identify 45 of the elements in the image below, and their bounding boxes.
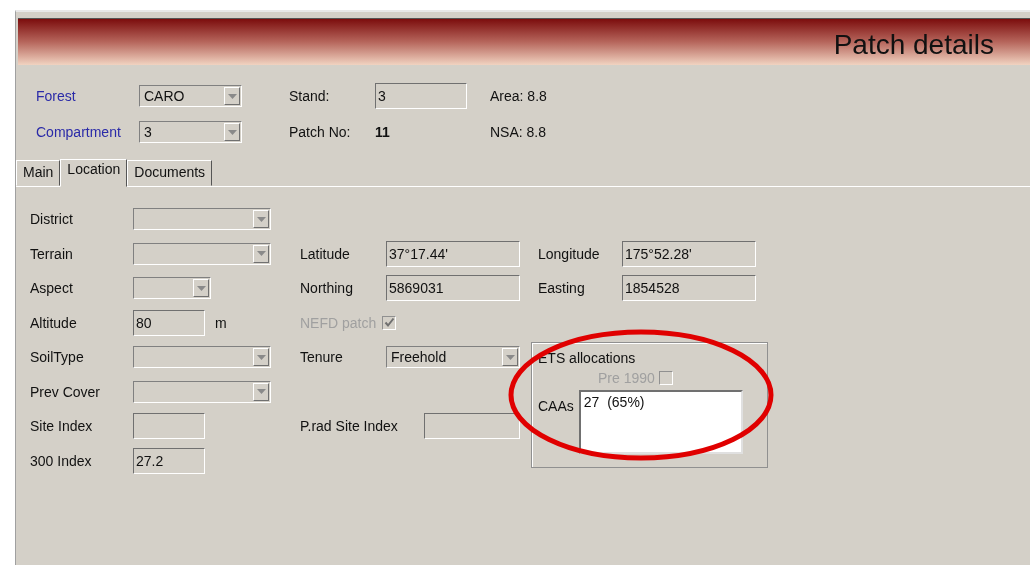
dropdown[interactable]: CARO (139, 85, 242, 107)
field-label: P.rad Site Index (300, 418, 398, 435)
tab[interactable]: Documents (127, 160, 213, 186)
dropdown[interactable] (133, 277, 211, 300)
field-label: Aspect (30, 280, 74, 297)
input-field[interactable]: 175°52.28' (622, 240, 756, 267)
field-label: Northing (300, 280, 353, 297)
field-label: Prev Cover (30, 383, 102, 400)
dropdown[interactable] (133, 242, 271, 265)
field-label: 300 Index (30, 452, 93, 469)
field-label: Patch No: (289, 124, 351, 140)
field-label: Area: 8.8 (490, 88, 547, 104)
field-label: Longitude (538, 245, 601, 262)
unit-label: m (215, 314, 227, 331)
field-label: Altitude (30, 314, 78, 331)
input-field[interactable]: 27.2 (133, 447, 205, 474)
field-link[interactable]: Compartment (36, 124, 121, 140)
dropdown[interactable] (133, 380, 271, 403)
dropdown[interactable]: 3 (139, 121, 242, 143)
tab[interactable]: Location (60, 159, 128, 187)
field-label: Tenure (300, 349, 343, 366)
dropdown[interactable] (133, 346, 271, 369)
field-label: NSA: 8.8 (490, 124, 547, 140)
dropdown[interactable]: Freehold (386, 346, 520, 369)
input-field[interactable]: 80 (133, 309, 205, 336)
field-label: Easting (538, 280, 586, 297)
field-label: District (30, 211, 74, 228)
input-field[interactable] (424, 413, 520, 440)
page-title: Patch details (833, 29, 994, 62)
input-field[interactable]: 3 (375, 83, 467, 109)
input-field[interactable]: 5869031 (386, 275, 520, 302)
field-label: Site Index (30, 418, 94, 435)
field-label: CAAs (538, 398, 574, 414)
field-link[interactable]: Forest (36, 88, 76, 104)
field-label: Terrain (30, 245, 74, 262)
field-label: Latitude (300, 245, 350, 262)
tab[interactable]: Main (16, 160, 61, 186)
input-field[interactable]: 1854528 (622, 275, 756, 302)
text-area[interactable]: 27 (65%) (578, 390, 743, 454)
field-label: SoilType (30, 349, 85, 366)
input-field[interactable]: 37°17.44' (386, 240, 520, 267)
field-value: 11 (375, 124, 391, 140)
dropdown[interactable] (133, 208, 271, 231)
field-label: Stand: (289, 88, 330, 104)
input-field[interactable] (133, 413, 205, 440)
